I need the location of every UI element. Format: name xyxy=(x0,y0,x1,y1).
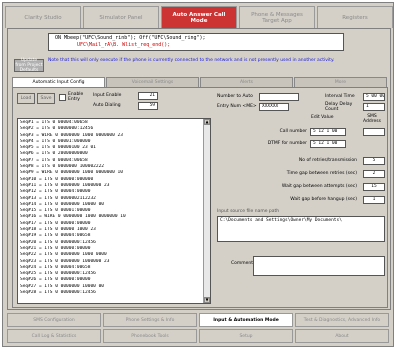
setting-label-2: No of retries/transmission xyxy=(298,158,357,163)
application-window: Clarity Studio Simulator Panel Auto Answ… xyxy=(2,2,394,347)
setting-label-1: DTMF for number xyxy=(267,141,307,146)
top-tab-bar: Clarity Studio Simulator Panel Auto Answ… xyxy=(5,6,393,28)
edit-value-header: Edit Value xyxy=(311,115,334,120)
delay-label: Delay Delay Count xyxy=(325,102,353,112)
tab-alerts[interactable]: Alerts xyxy=(200,77,293,87)
tab-clarity-studio[interactable]: Clarity Studio xyxy=(5,6,81,28)
interval-field[interactable]: 5 00 00 00 xyxy=(363,93,385,101)
sub-tab-bar: Automatic Input Config Voicemail Setting… xyxy=(12,77,388,87)
comment-field[interactable] xyxy=(253,256,385,276)
auto-dialing-field[interactable]: 59 xyxy=(138,102,158,110)
input-enable-label: Input Enable xyxy=(93,93,122,98)
tab-auto-answer[interactable]: Auto Answer Call Mode xyxy=(161,6,237,28)
sequence-listbox[interactable]: Seq#1 = ITS 0 00004:00658 Seq#2 = ITS 0 0… xyxy=(17,118,211,304)
tab-setup[interactable]: Setup xyxy=(199,329,293,343)
command-line-1: ON Mbeep("UFC\Sound_rinb"); Off("UFC\Sou… xyxy=(55,35,206,41)
setting-label-0: Call number xyxy=(279,129,307,134)
setting-label-5: Wait gap before hangup (sec) xyxy=(290,197,357,202)
tab-voicemail[interactable]: Voicemail Settings xyxy=(106,77,199,87)
delay-field[interactable]: 1 xyxy=(363,103,385,111)
tab-simulator-panel[interactable]: Simulator Panel xyxy=(83,6,159,28)
tab-phonebook-tools[interactable]: Phonebook Tools xyxy=(103,329,197,343)
scroll-down-icon[interactable]: ▼ xyxy=(204,297,210,303)
setting-label-3: Time gap between retries (sec) xyxy=(286,171,357,176)
tab-registers[interactable]: Registers xyxy=(317,6,393,28)
sms-address-header: SMS Address xyxy=(363,114,381,124)
setting-field-3[interactable]: 2 xyxy=(363,170,385,178)
auto-dialing-label: Auto Dialing xyxy=(93,103,121,108)
entry-num-label: Entry Num <ME> xyxy=(217,104,257,109)
number-field[interactable] xyxy=(259,93,299,101)
update-defaults-button[interactable]: Update from Project Defaults xyxy=(14,58,44,73)
path-field[interactable]: C:\Documents and Settings\Owner\My Docum… xyxy=(217,216,385,242)
command-box[interactable]: ON Mbeep("UFC\Sound_rinb"); Off("UFC\Sou… xyxy=(48,33,344,51)
tab-phone-settings[interactable]: Phone Settings & Info xyxy=(103,313,197,327)
enable-entry-checkbox[interactable] xyxy=(59,94,66,101)
scroll-up-icon[interactable]: ▲ xyxy=(204,119,210,125)
tab-call-log[interactable]: Call Log & Statistics xyxy=(7,329,101,343)
save-button[interactable]: Save xyxy=(37,93,55,104)
comment-label: Comment xyxy=(231,261,254,266)
tab-test-diagnostics[interactable]: Test & Diagnostics, Advanced Info xyxy=(295,313,389,327)
setting-field-1[interactable]: 5 12 1 00 xyxy=(310,140,346,148)
automatic-input-pane: Load Save Enable Entry Input Enable 21 A… xyxy=(12,87,388,308)
interval-label: Interval Time xyxy=(325,94,355,99)
enable-entry-label: Enable Entry xyxy=(68,92,84,102)
tab-phone-messages[interactable]: Phone & Messages Target App xyxy=(239,6,315,28)
tab-sms-configuration[interactable]: SMS Configuration xyxy=(7,313,101,327)
setting-field-2[interactable]: 5 xyxy=(363,157,385,165)
bottom-tab-bar: SMS Configuration Phone Settings & Info … xyxy=(7,312,391,345)
input-enable-field[interactable]: 21 xyxy=(138,92,158,100)
tab-input-automation[interactable]: Input & Automation Mode xyxy=(199,313,293,327)
entry-num-field[interactable]: XXXXXX xyxy=(259,103,289,111)
main-panel: ON Mbeep("UFC\Sound_rinb"); Off("UFC\Sou… xyxy=(7,28,391,310)
sequence-list: Seq#1 = ITS 0 00004:00658 Seq#2 = ITS 0 0… xyxy=(18,119,204,297)
command-line-2: UFC\Mail_rA\B. Wlist_req_end(); xyxy=(77,42,171,48)
path-label: Input source file name path xyxy=(217,209,280,214)
setting-field-5[interactable]: 1 xyxy=(363,196,385,204)
tab-more[interactable]: More xyxy=(294,77,387,87)
tab-automatic-input[interactable]: Automatic Input Config xyxy=(12,77,105,87)
setting-sms-0[interactable] xyxy=(363,128,385,136)
setting-label-4: Wait gap between attempts (sec) xyxy=(281,184,357,189)
load-button[interactable]: Load xyxy=(17,93,35,104)
list-scrollbar[interactable]: ▲ ▼ xyxy=(203,119,210,303)
setting-field-4[interactable]: 15 xyxy=(363,183,385,191)
setting-field-0[interactable]: 5 12 1 00 xyxy=(310,128,346,136)
tab-about[interactable]: About xyxy=(295,329,389,343)
list-item[interactable]: Seq#28 = ITS 0 0000000:12456 xyxy=(20,290,202,296)
info-note: Note that this will only execute if the … xyxy=(48,58,335,63)
number-label: Number to Auto xyxy=(217,94,253,99)
